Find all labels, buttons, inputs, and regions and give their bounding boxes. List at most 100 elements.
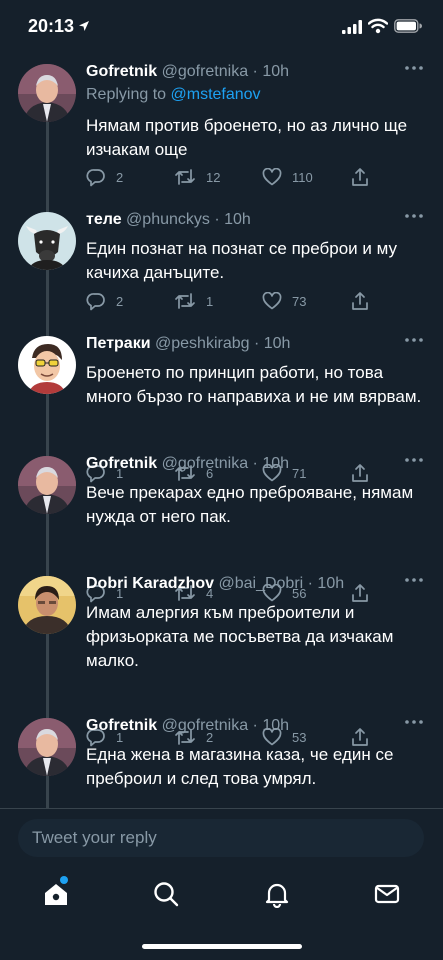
tweet-time: · 10h <box>253 335 291 352</box>
bell-icon <box>265 883 289 909</box>
tweet[interactable]: теле @phunckys · 10h Един познат на позн… <box>0 204 443 328</box>
more-icon[interactable] <box>405 66 423 70</box>
retweet-button[interactable]: 12 <box>174 166 220 188</box>
replying-to: Replying to @mstefanov <box>86 86 261 104</box>
author-handle[interactable]: @gofretnika <box>162 717 249 734</box>
share-button[interactable] <box>350 166 380 188</box>
like-button[interactable]: 110 <box>262 166 313 188</box>
tweet-header: Gofretnik @gofretnika · 10h <box>86 63 289 81</box>
tweet-text: Един познат на познат се преброи и му ка… <box>86 239 397 282</box>
tweet-time: · 10h <box>307 575 345 592</box>
search-icon <box>154 882 179 907</box>
tweet-text: Броенето по принцип работи, но това мног… <box>86 363 422 406</box>
retweet-icon <box>175 293 195 309</box>
reply-count: 2 <box>116 169 124 185</box>
tweet-header: Gofretnik @gofretnika · 10h <box>86 717 289 735</box>
avatar-older-man-suit <box>18 456 76 514</box>
avatar-older-man-suit <box>18 718 76 776</box>
mail-icon <box>374 884 400 904</box>
share-icon <box>352 168 368 186</box>
tweet-text: Една жена в магазина каза, че един се пр… <box>86 745 394 788</box>
reply-bar <box>0 808 443 866</box>
tweet-time: · 10h <box>252 717 290 734</box>
replying-prefix: Replying to <box>86 86 167 103</box>
share-icon <box>352 292 368 310</box>
tweet-actions: 2 1 73 <box>86 290 386 312</box>
retweet-count: 1 <box>206 293 214 309</box>
status-bar: 20:13 <box>0 0 443 56</box>
home-indicator[interactable] <box>142 944 302 949</box>
mention-link[interactable]: @mstefanov <box>171 86 261 103</box>
tweet-time: · 10h <box>214 211 251 228</box>
avatar-bull <box>18 212 76 270</box>
avatar[interactable] <box>18 212 76 270</box>
tweet[interactable]: Gofretnik @gofretnika · 10h Replying to … <box>0 56 443 204</box>
reply-icon <box>86 293 105 311</box>
avatar[interactable] <box>18 64 76 122</box>
author-name[interactable]: Gofretnik <box>86 455 157 472</box>
tweet[interactable]: Gofretnik @gofretnika · 10h Вече прекара… <box>0 448 443 603</box>
avatar-cartoon-sunglasses <box>18 336 76 394</box>
author-handle[interactable]: @peshkirabg <box>155 335 250 352</box>
author-handle[interactable]: @gofretnika <box>162 455 249 472</box>
tweet[interactable]: Gofretnik @gofretnika · 10h Една жена в … <box>0 710 443 808</box>
tweet-header: Dobri Karadzhov @bai_Dobri · 10h <box>86 575 344 593</box>
avatar[interactable] <box>18 576 76 634</box>
reply-count: 2 <box>116 293 124 309</box>
author-name[interactable]: теле <box>86 211 122 228</box>
tweet-time: · 10h <box>252 455 290 472</box>
avatar[interactable] <box>18 718 76 776</box>
avatar[interactable] <box>18 336 76 394</box>
retweet-count: 12 <box>206 169 221 185</box>
heart-icon <box>262 292 282 310</box>
tweet[interactable]: Dobri Karadzhov @bai_Dobri · 10h Имам ал… <box>0 568 443 747</box>
more-icon[interactable] <box>405 578 423 582</box>
battery-icon <box>394 19 422 33</box>
home-icon <box>45 884 67 905</box>
tweet-text: Нямам против броенето, но аз лично ще из… <box>86 116 408 159</box>
like-button[interactable]: 73 <box>262 290 306 312</box>
tweet[interactable]: Петраки @peshkirabg · 10h Броенето по пр… <box>0 328 443 483</box>
tweet-header: Gofretnik @gofretnika · 10h <box>86 455 289 473</box>
more-icon[interactable] <box>405 338 423 342</box>
new-tweets-dot <box>60 876 68 884</box>
avatar-older-man-suit <box>18 64 76 122</box>
tab-notifications[interactable] <box>263 880 293 910</box>
tab-messages[interactable] <box>373 880 403 910</box>
author-handle[interactable]: @bai_Dobri <box>218 575 303 592</box>
share-button[interactable] <box>350 290 380 312</box>
like-count: 73 <box>292 293 307 309</box>
author-name[interactable]: Gofretnik <box>86 717 157 734</box>
retweet-icon <box>175 169 195 185</box>
author-name[interactable]: Gofretnik <box>86 63 157 80</box>
reply-button[interactable]: 2 <box>86 290 123 312</box>
tweet-reply-input[interactable] <box>18 819 424 857</box>
avatar-man-dark-hair <box>18 576 76 634</box>
tab-search[interactable] <box>152 880 182 910</box>
more-icon[interactable] <box>405 458 423 462</box>
retweet-button[interactable]: 1 <box>174 290 213 312</box>
author-name[interactable]: Dobri Karadzhov <box>86 575 214 592</box>
status-time: 20:13 <box>28 16 75 36</box>
tab-home[interactable] <box>42 880 72 910</box>
tweet-actions: 2 12 110 <box>86 166 386 188</box>
reply-icon <box>86 169 105 187</box>
location-arrow-icon <box>79 21 89 31</box>
reply-button[interactable]: 2 <box>86 166 123 188</box>
author-name[interactable]: Петраки <box>86 335 151 352</box>
tweet-thread[interactable]: Gofretnik @gofretnika · 10h Replying to … <box>0 56 443 808</box>
author-handle[interactable]: @gofretnika <box>162 63 249 80</box>
more-icon[interactable] <box>405 214 423 218</box>
tweet-time: · 10h <box>252 63 290 80</box>
tab-bar <box>0 866 443 960</box>
tweet-header: Петраки @peshkirabg · 10h <box>86 335 290 353</box>
signal-icon <box>342 20 362 34</box>
wifi-icon <box>368 18 388 34</box>
like-count: 110 <box>292 169 313 185</box>
screen: 20:13 Gofretnik @gofretnika · 10h Replyi… <box>0 0 443 960</box>
heart-icon <box>262 168 282 186</box>
tweet-header: теле @phunckys · 10h <box>86 211 251 229</box>
more-icon[interactable] <box>405 720 423 724</box>
avatar[interactable] <box>18 456 76 514</box>
author-handle[interactable]: @phunckys <box>126 211 210 228</box>
